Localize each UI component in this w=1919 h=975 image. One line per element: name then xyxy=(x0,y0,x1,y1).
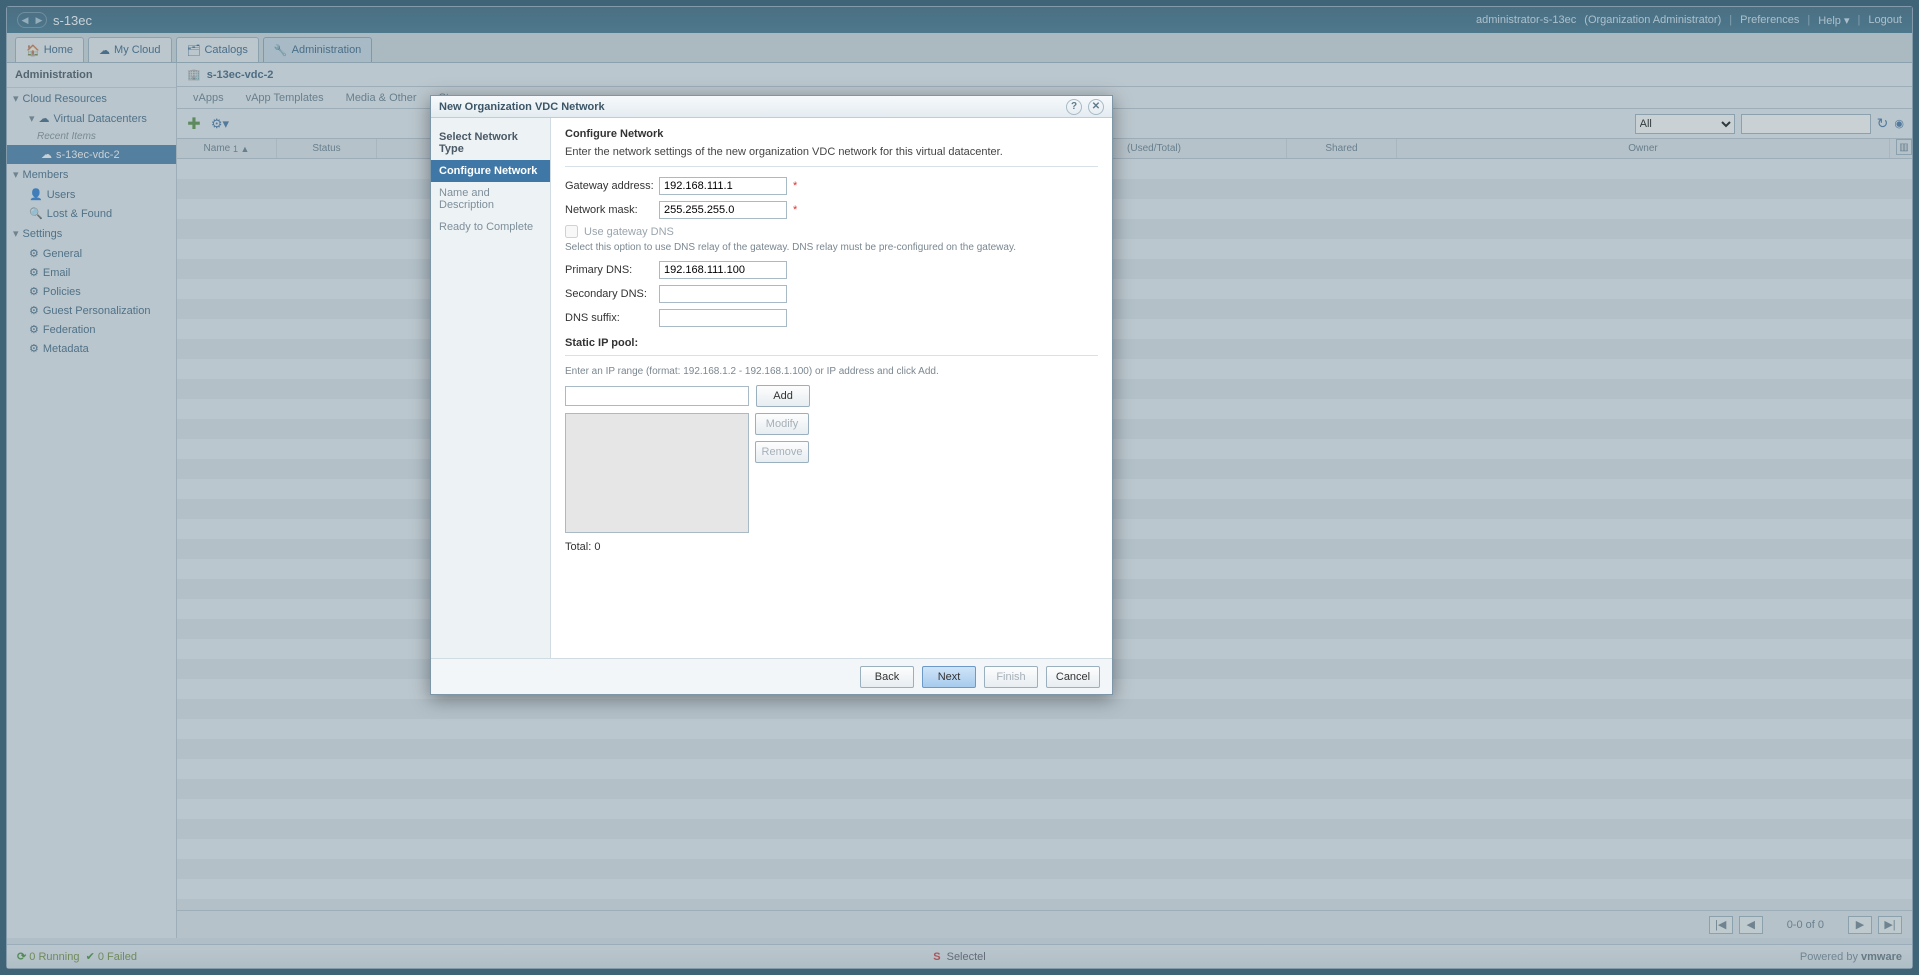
required-icon: * xyxy=(793,180,797,192)
use-gateway-dns-checkbox xyxy=(565,225,578,238)
dialog-close-icon[interactable]: ✕ xyxy=(1088,99,1104,115)
dialog-title: New Organization VDC Network xyxy=(439,101,605,113)
finish-button: Finish xyxy=(984,666,1038,688)
modify-ip-button: Modify xyxy=(755,413,809,435)
section-title-configure: Configure Network xyxy=(565,128,1098,140)
remove-ip-button: Remove xyxy=(755,441,809,463)
configure-network-form: Configure Network Enter the network sett… xyxy=(551,118,1112,658)
dialog-help-icon[interactable]: ? xyxy=(1066,99,1082,115)
dns-hint: Select this option to use DNS relay of t… xyxy=(565,242,1098,253)
back-button[interactable]: Back xyxy=(860,666,914,688)
wizard-steps: Select Network Type Configure Network Na… xyxy=(431,118,551,658)
step-select-network-type[interactable]: Select Network Type xyxy=(431,126,550,160)
secondary-dns-input[interactable] xyxy=(659,285,787,303)
label-netmask: Network mask: xyxy=(565,204,659,216)
network-mask-input[interactable] xyxy=(659,201,787,219)
primary-dns-input[interactable] xyxy=(659,261,787,279)
gateway-address-input[interactable] xyxy=(659,177,787,195)
add-ip-button[interactable]: Add xyxy=(756,385,810,407)
step-ready-complete: Ready to Complete xyxy=(431,216,550,238)
required-icon: * xyxy=(793,204,797,216)
step-name-description: Name and Description xyxy=(431,182,550,216)
label-dns-suffix: DNS suffix: xyxy=(565,312,659,324)
label-use-gateway-dns: Use gateway DNS xyxy=(584,226,674,238)
ip-total-label: Total: 0 xyxy=(565,541,1098,553)
dns-suffix-input[interactable] xyxy=(659,309,787,327)
label-gateway: Gateway address: xyxy=(565,180,659,192)
step-configure-network[interactable]: Configure Network xyxy=(431,160,550,182)
section-title-ippool: Static IP pool: xyxy=(565,337,1098,349)
ip-range-input[interactable] xyxy=(565,386,749,406)
section-desc: Enter the network settings of the new or… xyxy=(565,146,1098,158)
next-button[interactable]: Next xyxy=(922,666,976,688)
ip-hint: Enter an IP range (format: 192.168.1.2 -… xyxy=(565,366,1098,377)
cancel-button[interactable]: Cancel xyxy=(1046,666,1100,688)
dialog-footer: Back Next Finish Cancel xyxy=(431,658,1112,694)
label-secondary-dns: Secondary DNS: xyxy=(565,288,659,300)
label-primary-dns: Primary DNS: xyxy=(565,264,659,276)
new-vdc-network-dialog: New Organization VDC Network ? ✕ Select … xyxy=(430,95,1113,695)
ip-pool-list[interactable] xyxy=(565,413,749,533)
